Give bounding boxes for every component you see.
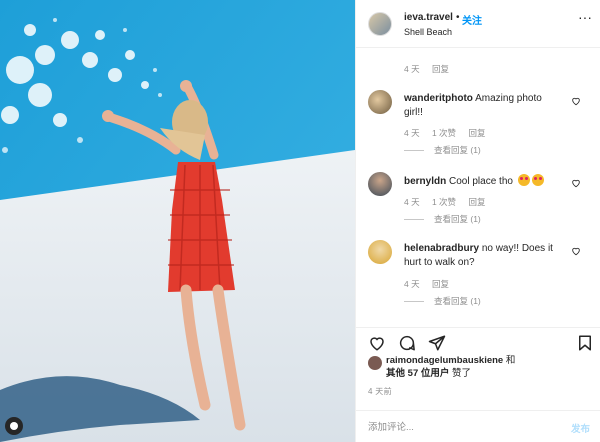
- comment-age: 4 天: [404, 197, 420, 207]
- post-header: ieva.travel • 关注 Shell Beach ···: [356, 0, 600, 48]
- replies-divider: [404, 218, 424, 220]
- comment-avatar[interactable]: [368, 90, 392, 114]
- comment-meta: 4 天 1 次赞 回复: [404, 127, 495, 139]
- likes-rest-suffix: 赞了: [452, 368, 472, 379]
- likes-count[interactable]: 57 位用户: [408, 368, 450, 379]
- post-photo[interactable]: [0, 0, 355, 442]
- view-replies-button[interactable]: 查看回复 (1): [404, 213, 481, 225]
- comment-icon[interactable]: [398, 334, 416, 352]
- post-timestamp: 4 天前: [368, 387, 392, 396]
- replies-divider: [404, 300, 424, 302]
- likes-and: 和: [505, 355, 516, 366]
- comment-username[interactable]: bernyldn: [404, 176, 446, 187]
- reply-button[interactable]: 回复: [468, 128, 485, 138]
- view-replies-label[interactable]: 查看回复 (1): [434, 213, 481, 225]
- caption-meta: 4 天 回复: [404, 63, 459, 75]
- comment-username[interactable]: helenabradbury: [404, 243, 479, 254]
- view-replies-label[interactable]: 查看回复 (1): [434, 144, 481, 156]
- comment-input[interactable]: [368, 419, 548, 435]
- reply-button[interactable]: 回复: [468, 197, 485, 207]
- view-replies-button[interactable]: 查看回复 (1): [404, 144, 481, 156]
- view-replies-label[interactable]: 查看回复 (1): [434, 295, 481, 307]
- heart-eyes-emoji-icon: [517, 174, 530, 186]
- action-bar: [356, 327, 600, 357]
- comment-age: 4 天: [404, 279, 420, 289]
- replies-divider: [404, 149, 424, 151]
- comments-panel: ieva.travel • 关注 Shell Beach ··· 4 天 回复 …: [355, 0, 600, 442]
- like-comment-heart-icon[interactable]: [571, 246, 581, 256]
- bookmark-icon[interactable]: [576, 334, 594, 352]
- tag-indicator-icon[interactable]: [5, 417, 23, 435]
- view-replies-button[interactable]: 查看回复 (1): [404, 295, 481, 307]
- comment-meta: 4 天 回复: [404, 278, 459, 290]
- author-avatar[interactable]: [368, 12, 392, 36]
- reply-button[interactable]: 回复: [432, 279, 449, 289]
- comment-text: bernyldn Cool place tho: [404, 174, 556, 189]
- reply-button[interactable]: 回复: [432, 64, 449, 74]
- like-comment-heart-icon[interactable]: [571, 178, 581, 188]
- comment-age: 4 天: [404, 128, 420, 138]
- more-options-icon[interactable]: ···: [578, 10, 592, 24]
- post-comment-button[interactable]: 发布: [571, 421, 590, 435]
- heart-eyes-emoji-icon: [531, 174, 544, 186]
- comment-composer: 发布: [356, 410, 600, 442]
- comment-likes[interactable]: 1 次赞: [432, 197, 456, 207]
- comment-meta: 4 天 1 次赞 回复: [404, 196, 495, 208]
- author-username[interactable]: ieva.travel: [404, 12, 453, 23]
- caption-age: 4 天: [404, 64, 420, 74]
- comment-avatar[interactable]: [368, 172, 392, 196]
- beach-photo-illustration: [0, 0, 355, 442]
- like-comment-heart-icon[interactable]: [571, 96, 581, 106]
- separator-dot: •: [456, 12, 460, 23]
- share-icon[interactable]: [428, 334, 446, 352]
- likes-rest-prefix: 其他: [386, 368, 406, 379]
- comment-likes[interactable]: 1 次赞: [432, 128, 456, 138]
- comment-username[interactable]: wanderitphoto: [404, 93, 473, 104]
- comment-body: Cool place tho: [449, 176, 513, 187]
- comment-text: wanderitphoto Amazing photo girl!!: [404, 92, 556, 120]
- comment-text: helenabradbury no way!! Does it hurt to …: [404, 242, 556, 270]
- location-link[interactable]: Shell Beach: [404, 27, 452, 37]
- post-modal: ieva.travel • 关注 Shell Beach ··· 4 天 回复 …: [0, 0, 600, 442]
- heart-icon[interactable]: [368, 334, 386, 352]
- likes-text: raimondagelumbauskiene 和 其他 57 位用户 赞了: [386, 354, 586, 380]
- liker-avatar[interactable]: [368, 356, 382, 370]
- liker-username[interactable]: raimondagelumbauskiene: [386, 355, 503, 366]
- follow-button[interactable]: 关注: [462, 12, 482, 27]
- comment-avatar[interactable]: [368, 240, 392, 264]
